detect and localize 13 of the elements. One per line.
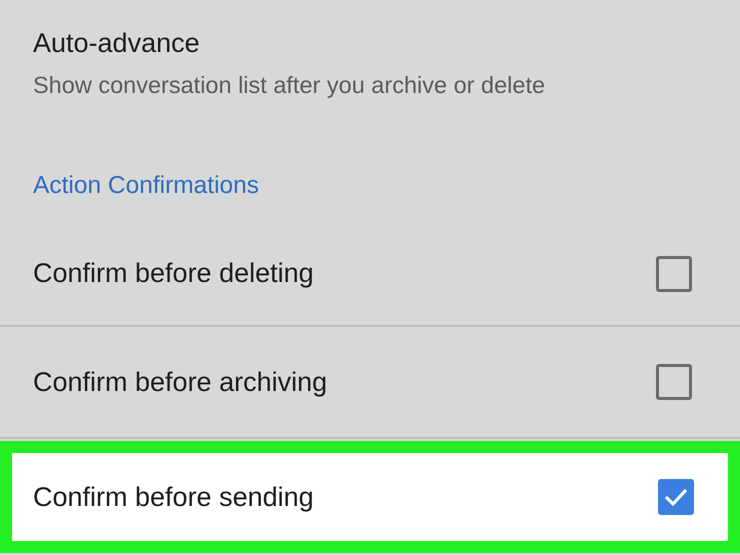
setting-row[interactable]: Confirm before deleting bbox=[0, 222, 740, 327]
option-label: Confirm before archiving bbox=[33, 366, 328, 398]
setting-description: Show conversation list after you archive or delete bbox=[33, 71, 546, 100]
checkbox[interactable] bbox=[656, 256, 692, 292]
option-label: Confirm before sending bbox=[33, 482, 314, 512]
setting-row[interactable]: Confirm before archiving bbox=[0, 327, 740, 439]
setting-title: Auto-advance bbox=[33, 27, 200, 60]
highlighted-setting-row[interactable]: Confirm before sending bbox=[0, 441, 740, 553]
section-header: Action Confirmations bbox=[33, 172, 260, 200]
checkbox[interactable] bbox=[658, 479, 694, 515]
checkbox[interactable] bbox=[656, 364, 692, 400]
checkmark-icon bbox=[663, 486, 689, 508]
option-label: Confirm before deleting bbox=[33, 258, 314, 289]
